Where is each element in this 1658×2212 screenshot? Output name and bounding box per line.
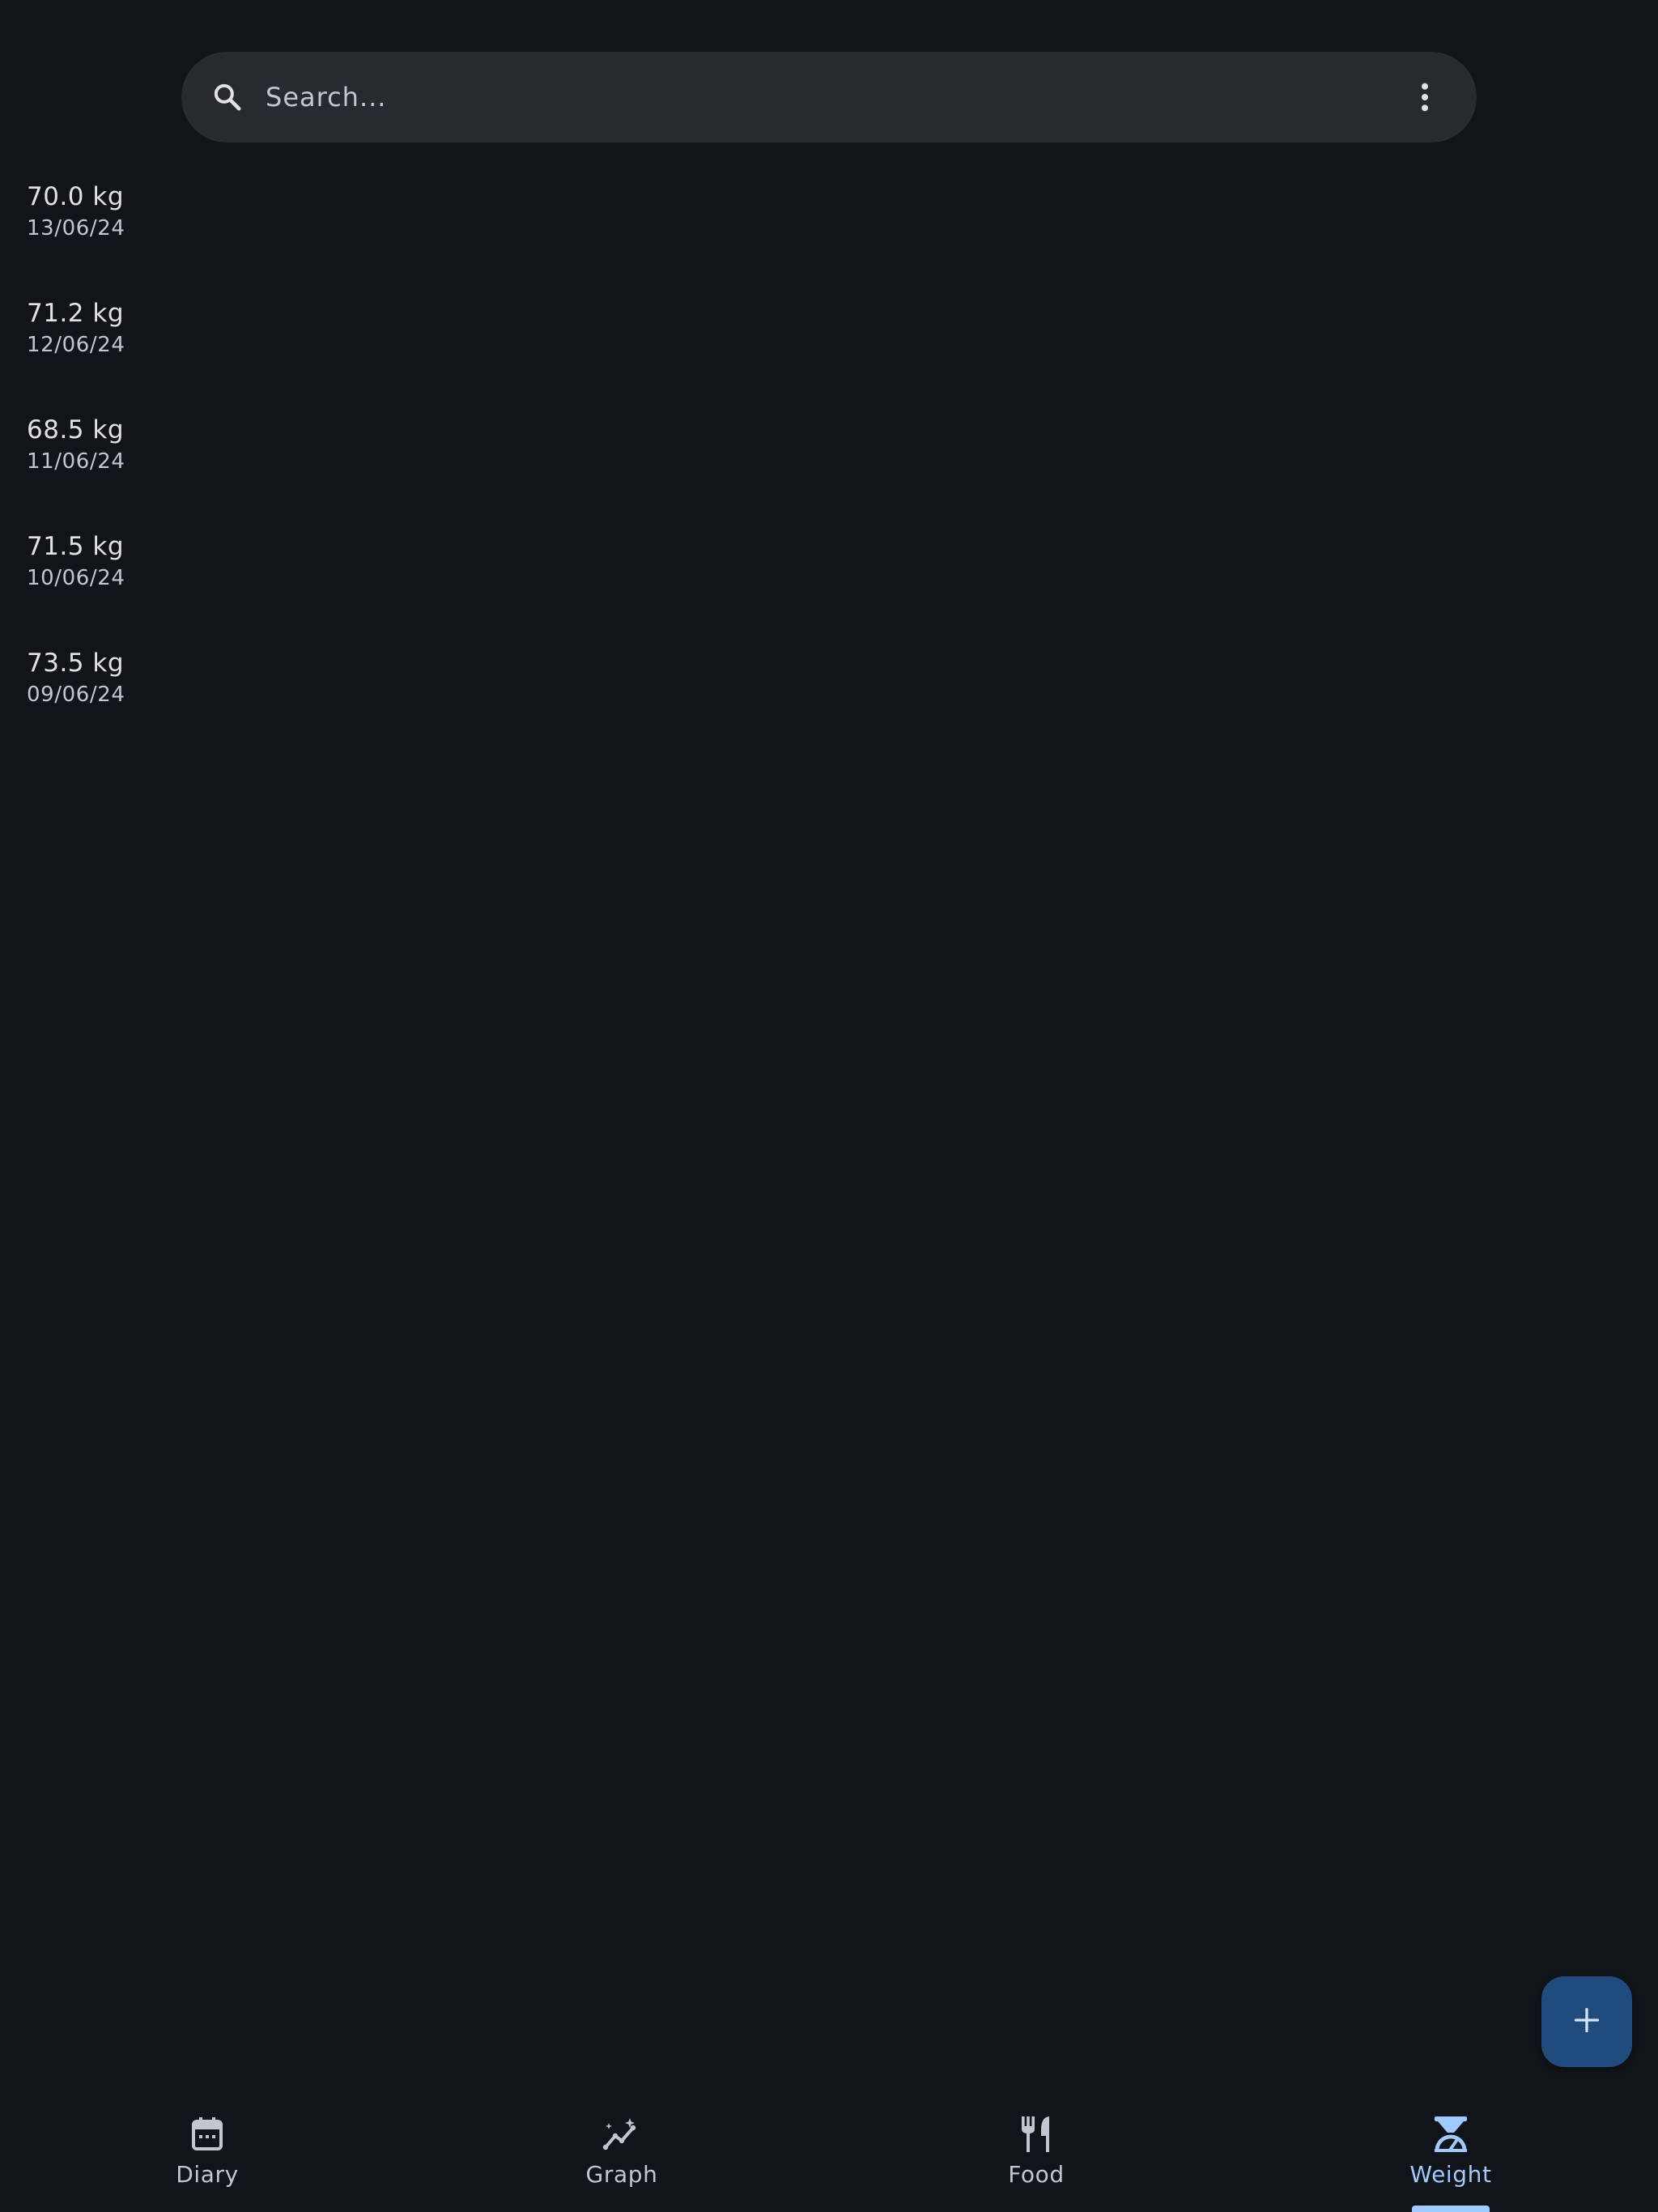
weight-date: 11/06/24	[27, 449, 125, 474]
nav-item-graph[interactable]: Graph	[414, 2095, 829, 2212]
nav-label: Weight	[1409, 2161, 1492, 2188]
search-icon[interactable]	[210, 80, 244, 114]
calendar-icon	[188, 2115, 227, 2154]
add-weight-button[interactable]	[1541, 1976, 1632, 2067]
plus-icon	[1572, 2006, 1601, 2038]
weight-value: 68.5 kg	[27, 415, 125, 445]
scale-icon	[1431, 2115, 1470, 2154]
weight-entry[interactable]: 71.5 kg 10/06/24	[0, 512, 1658, 628]
bottom-navigation: Diary Graph Food Weight	[0, 2095, 1658, 2212]
weight-date: 13/06/24	[27, 216, 125, 240]
weight-entry[interactable]: 73.5 kg 09/06/24	[0, 628, 1658, 745]
weight-value: 71.5 kg	[27, 532, 125, 561]
nav-label: Food	[1008, 2161, 1065, 2188]
weight-entry[interactable]: 70.0 kg 13/06/24	[0, 162, 1658, 279]
more-options-icon[interactable]	[1386, 58, 1464, 136]
weight-screen: 70.0 kg 13/06/24 71.2 kg 12/06/24 68.5 k…	[0, 0, 1658, 2212]
weight-list: 70.0 kg 13/06/24 71.2 kg 12/06/24 68.5 k…	[0, 162, 1658, 745]
nav-item-food[interactable]: Food	[829, 2095, 1244, 2212]
weight-date: 09/06/24	[27, 683, 125, 707]
weight-value: 71.2 kg	[27, 299, 125, 328]
graph-icon	[602, 2115, 641, 2154]
search-bar[interactable]	[181, 52, 1477, 143]
nav-item-weight[interactable]: Weight	[1244, 2095, 1658, 2212]
weight-entry[interactable]: 71.2 kg 12/06/24	[0, 279, 1658, 395]
weight-value: 70.0 kg	[27, 182, 125, 211]
fork-knife-icon	[1017, 2115, 1056, 2154]
weight-date: 10/06/24	[27, 566, 125, 590]
weight-entry[interactable]: 68.5 kg 11/06/24	[0, 395, 1658, 512]
active-tab-indicator	[1412, 2206, 1490, 2212]
nav-label: Graph	[585, 2161, 658, 2188]
weight-date: 12/06/24	[27, 333, 125, 357]
weight-value: 73.5 kg	[27, 649, 125, 678]
nav-label: Diary	[176, 2161, 239, 2188]
nav-item-diary[interactable]: Diary	[0, 2095, 414, 2212]
search-input[interactable]	[266, 52, 1386, 143]
